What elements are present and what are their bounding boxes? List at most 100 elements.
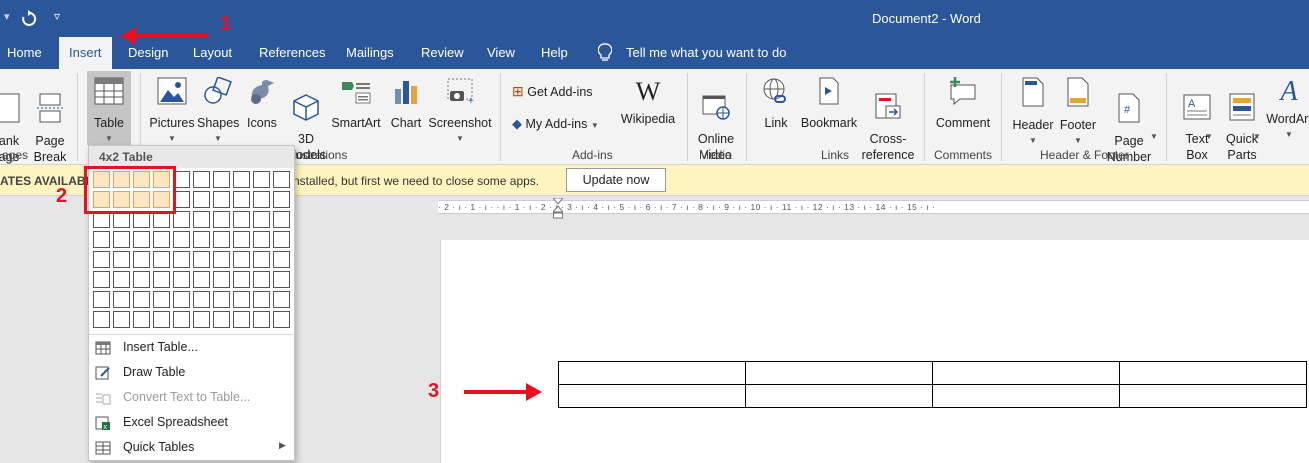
smartart-button[interactable]: SmartArt (329, 77, 383, 131)
grid-cell[interactable] (113, 251, 130, 268)
grid-cell[interactable] (233, 211, 250, 228)
grid-cell[interactable] (193, 311, 210, 328)
grid-cell[interactable] (133, 231, 150, 248)
grid-cell[interactable] (233, 191, 250, 208)
my-addins-button[interactable]: ◆ My Add-ins ▼ (512, 116, 622, 134)
grid-cell[interactable] (173, 271, 190, 288)
grid-cell[interactable] (273, 231, 290, 248)
grid-cell[interactable] (153, 311, 170, 328)
table-cell[interactable] (558, 384, 746, 408)
grid-cell[interactable] (153, 231, 170, 248)
grid-cell[interactable] (93, 231, 110, 248)
screenshot-button[interactable]: + Screenshot ▼ (428, 77, 492, 147)
grid-cell[interactable] (193, 231, 210, 248)
link-button[interactable]: Link (756, 77, 796, 131)
grid-cell[interactable] (193, 251, 210, 268)
chart-button[interactable]: Chart (387, 77, 425, 131)
grid-cell[interactable] (213, 251, 230, 268)
header-button[interactable]: Header ▼ (1011, 77, 1055, 149)
grid-cell[interactable] (233, 171, 250, 188)
update-now-button[interactable]: Update now (566, 168, 666, 192)
grid-cell[interactable] (113, 311, 130, 328)
grid-cell[interactable] (93, 291, 110, 308)
grid-cell[interactable] (173, 231, 190, 248)
shapes-button[interactable]: Shapes ▼ (197, 76, 239, 147)
tab-help[interactable]: Help (541, 45, 568, 60)
grid-cell[interactable] (273, 251, 290, 268)
tell-me-input[interactable]: Tell me what you want to do (626, 45, 786, 60)
grid-cell[interactable] (133, 291, 150, 308)
grid-cell[interactable] (133, 311, 150, 328)
grid-cell[interactable] (173, 291, 190, 308)
grid-cell[interactable] (173, 251, 190, 268)
grid-cell[interactable] (193, 191, 210, 208)
wikipedia-button[interactable]: W Wikipedia (619, 77, 677, 127)
grid-cell[interactable] (253, 211, 270, 228)
grid-cell[interactable] (213, 291, 230, 308)
page-break-button[interactable]: Page Break (32, 77, 68, 165)
grid-cell[interactable] (233, 251, 250, 268)
grid-cell[interactable] (253, 191, 270, 208)
grid-cell[interactable] (213, 311, 230, 328)
tab-mailings[interactable]: Mailings (346, 45, 394, 60)
grid-cell[interactable] (253, 291, 270, 308)
grid-cell[interactable] (273, 271, 290, 288)
grid-cell[interactable] (93, 251, 110, 268)
grid-cell[interactable] (133, 271, 150, 288)
grid-cell[interactable] (213, 271, 230, 288)
grid-cell[interactable] (193, 271, 210, 288)
grid-cell[interactable] (273, 291, 290, 308)
grid-cell[interactable] (93, 271, 110, 288)
document-page[interactable] (440, 240, 1309, 463)
table-cell[interactable] (1119, 361, 1307, 385)
grid-cell[interactable] (253, 251, 270, 268)
cross-reference-button[interactable]: Cross- reference (860, 77, 916, 179)
grid-cell[interactable] (173, 311, 190, 328)
redo-icon[interactable] (20, 10, 38, 28)
document-table[interactable] (558, 361, 1307, 408)
grid-cell[interactable] (213, 211, 230, 228)
menu-excel-spreadsheet[interactable]: x Excel Spreadsheet (89, 412, 294, 434)
table-cell[interactable] (745, 384, 933, 408)
grid-cell[interactable] (253, 271, 270, 288)
icons-button[interactable]: Icons (243, 77, 281, 131)
tab-references[interactable]: References (259, 45, 325, 60)
grid-cell[interactable] (193, 291, 210, 308)
menu-quick-tables[interactable]: Quick Tables ▶ (89, 437, 294, 459)
grid-cell[interactable] (233, 231, 250, 248)
grid-cell[interactable] (213, 171, 230, 188)
grid-cell[interactable] (253, 311, 270, 328)
tab-view[interactable]: View (487, 45, 515, 60)
table-cell[interactable] (932, 361, 1120, 385)
quick-parts-button[interactable]: Quick Parts (1220, 77, 1264, 179)
table-cell[interactable] (1119, 384, 1307, 408)
online-video-button[interactable]: Online Video (692, 77, 740, 179)
text-box-button[interactable]: A Text Box (1176, 77, 1218, 179)
grid-cell[interactable] (153, 271, 170, 288)
grid-cell[interactable] (133, 251, 150, 268)
horizontal-ruler[interactable]: · 2 · ı · 1 · ı · · ı · 1 · ı · 2 · ı · … (438, 200, 1309, 214)
grid-cell[interactable] (233, 311, 250, 328)
grid-cell[interactable] (113, 271, 130, 288)
table-cell[interactable] (558, 361, 746, 385)
grid-cell[interactable] (253, 171, 270, 188)
bookmark-button[interactable]: Bookmark (798, 77, 860, 131)
qat-partial-icon[interactable]: ▾ (4, 10, 10, 23)
customize-qat-icon[interactable]: ▿ (54, 9, 60, 23)
indent-marker-icon[interactable] (553, 198, 563, 220)
comment-button[interactable]: Comment (932, 77, 994, 131)
footer-button[interactable]: Footer ▼ (1057, 77, 1099, 149)
grid-cell[interactable] (273, 311, 290, 328)
grid-cell[interactable] (153, 291, 170, 308)
grid-cell[interactable] (213, 231, 230, 248)
grid-cell[interactable] (253, 231, 270, 248)
grid-cell[interactable] (273, 211, 290, 228)
grid-cell[interactable] (273, 171, 290, 188)
table-button[interactable]: Table ▼ (87, 71, 131, 145)
grid-cell[interactable] (273, 191, 290, 208)
grid-cell[interactable] (233, 271, 250, 288)
grid-cell[interactable] (113, 231, 130, 248)
tab-home[interactable]: Home (7, 45, 42, 60)
tab-review[interactable]: Review (421, 45, 464, 60)
pictures-button[interactable]: Pictures ▼ (148, 77, 196, 147)
